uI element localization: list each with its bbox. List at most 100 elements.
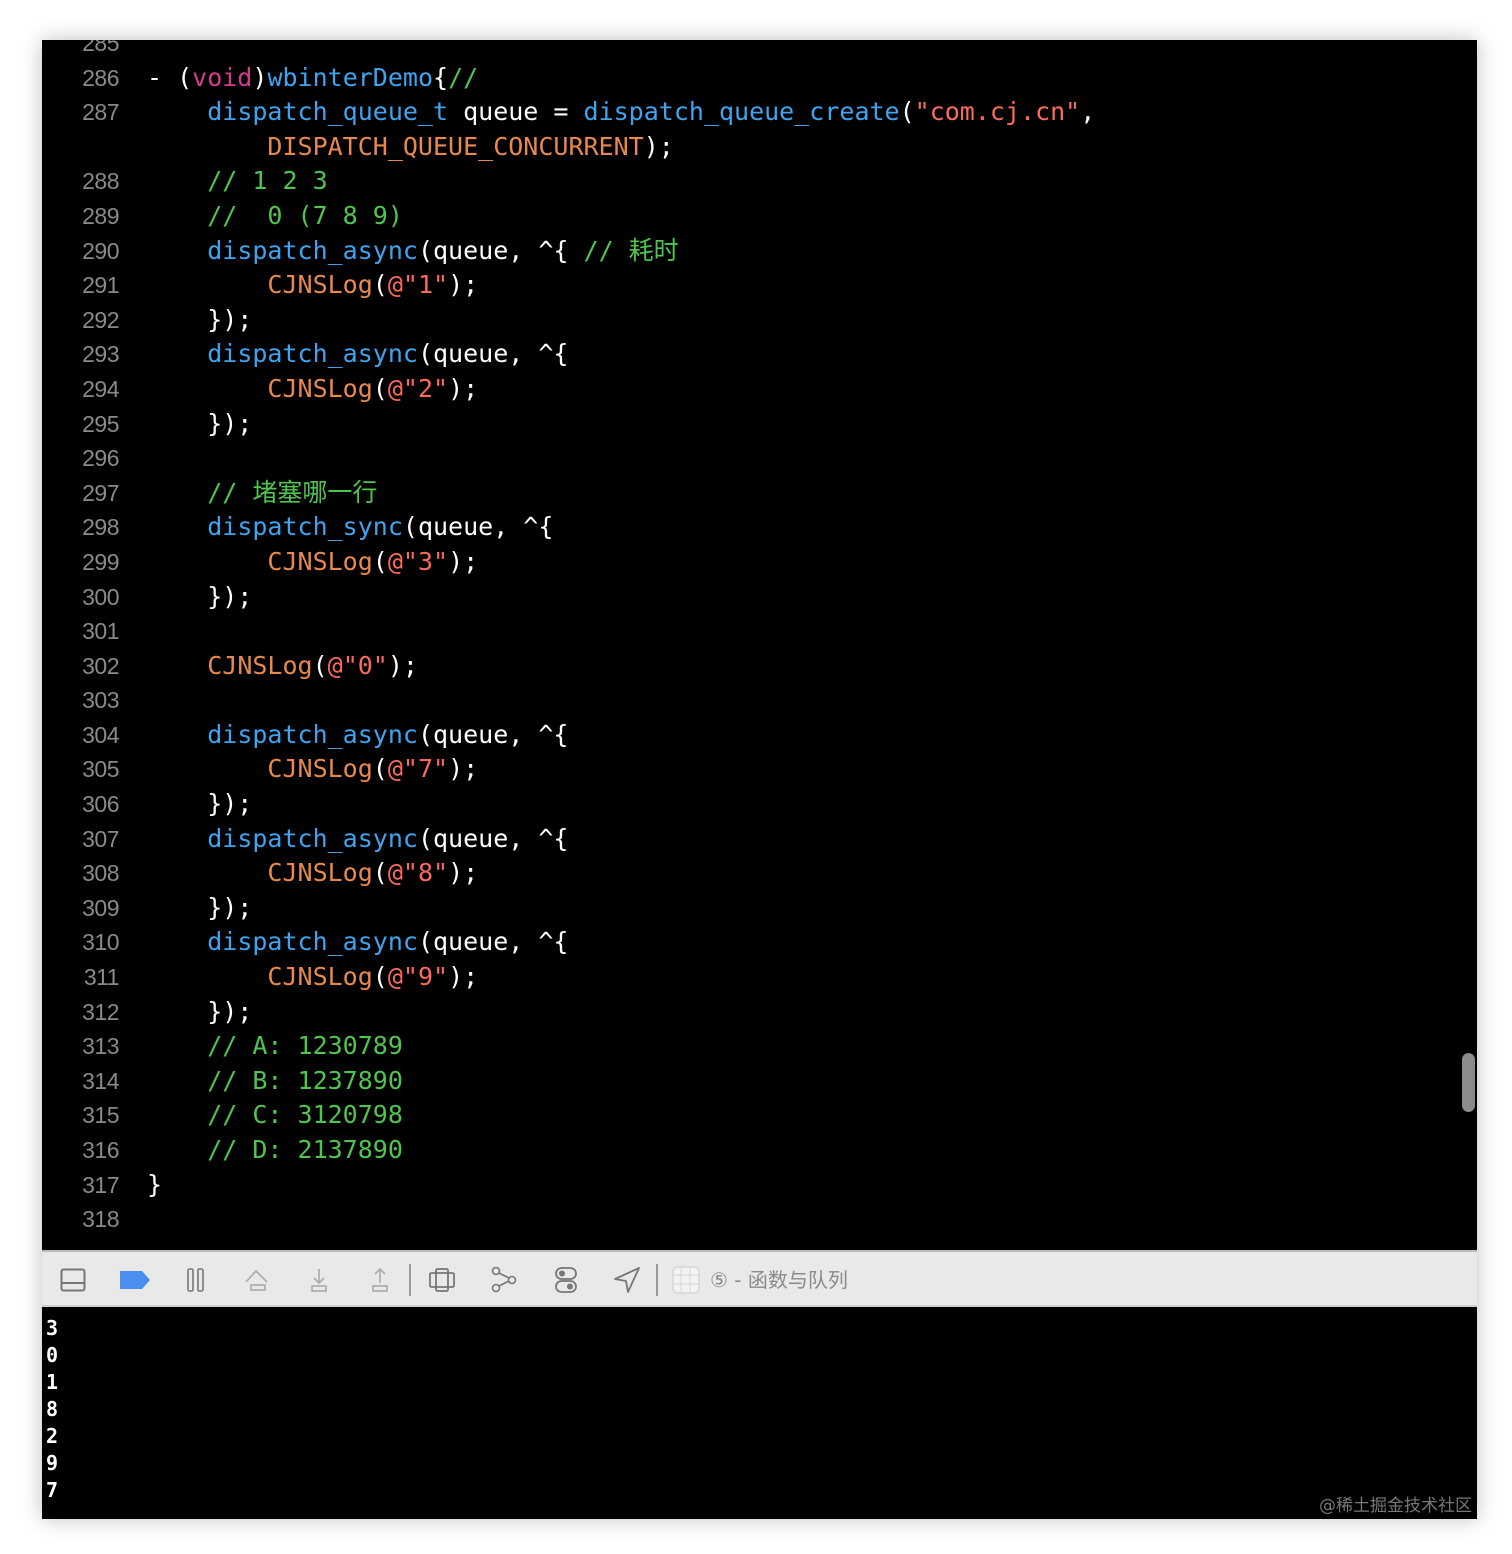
line-source: dispatch_sync(queue, ^{	[147, 510, 553, 545]
line-number: 311	[83, 964, 120, 991]
line-source: });	[147, 303, 252, 338]
line-source: });	[147, 580, 252, 615]
line-source: CJNSLog(@"3");	[147, 545, 478, 580]
code-token: );	[448, 754, 479, 784]
console-output[interactable]: 3 0 1 8 2 9 7	[42, 1307, 1477, 1519]
toolbar-divider	[656, 1264, 658, 1296]
step-over-icon[interactable]	[243, 1266, 271, 1294]
line-number: 307	[82, 825, 119, 852]
pause-icon[interactable]	[182, 1266, 210, 1294]
line-number: 298	[82, 514, 119, 541]
line-source: dispatch_async(queue, ^{	[147, 822, 568, 857]
code-token: (	[372, 373, 388, 403]
line-number: 294	[82, 375, 119, 402]
line-number: 306	[82, 791, 119, 818]
line-number: 312	[82, 998, 119, 1025]
memory-graph-icon[interactable]	[490, 1266, 518, 1294]
line-number: 289	[82, 202, 119, 229]
environment-overrides-icon[interactable]	[552, 1266, 580, 1294]
code-token: (	[372, 754, 388, 784]
line-number: 318	[82, 1206, 119, 1233]
code-token: wbinterDemo	[267, 62, 434, 92]
line-source: CJNSLog(@"7");	[147, 752, 478, 787]
code-token: (	[899, 97, 915, 127]
code-token: // D: 2137890	[207, 1135, 403, 1164]
view-hierarchy-icon[interactable]	[428, 1266, 456, 1294]
code-token: CJNSLog	[267, 754, 373, 784]
code-editor[interactable]: 285 286 - (void)wbinterDemo{// 287 dispatch…	[42, 40, 1477, 1250]
line-source: - (void)wbinterDemo{//	[147, 61, 478, 96]
line-source: CJNSLog(@"8");	[147, 856, 478, 891]
code-token: {	[433, 62, 449, 92]
code-token: dispatch_async	[207, 927, 418, 957]
code-token: (	[312, 650, 328, 680]
line-number: 316	[82, 1137, 119, 1163]
breakpoint-toggle-icon[interactable]	[119, 1266, 151, 1294]
code-token: // 1 2 3	[207, 166, 328, 196]
line-number: 286	[82, 64, 119, 91]
code-token: });	[147, 304, 253, 334]
console-line: 8	[46, 1397, 59, 1421]
line-number: 308	[82, 860, 119, 887]
step-out-icon[interactable]	[366, 1266, 394, 1294]
code-token: //	[448, 62, 479, 92]
line-source: CJNSLog(@"2");	[147, 372, 478, 407]
line-number: 314	[82, 1067, 119, 1094]
line-source: CJNSLog(@"1");	[147, 268, 478, 303]
code-token: (queue, ^{	[417, 719, 569, 749]
simulate-location-icon[interactable]	[613, 1266, 641, 1294]
code-token: });	[147, 789, 253, 819]
code-token: dispatch_queue_t	[207, 97, 449, 127]
code-token: });	[147, 996, 253, 1026]
code-token: @"2"	[387, 373, 449, 403]
code-token: }	[147, 1169, 163, 1199]
console-line: 2	[46, 1424, 59, 1448]
line-source: // 1 2 3	[147, 164, 328, 199]
line-source: dispatch_async(queue, ^{	[147, 925, 568, 960]
line-number: 315	[82, 1102, 119, 1129]
code-token: @"3"	[387, 546, 449, 576]
code-token: );	[643, 131, 674, 161]
code-token: // B: 1237890	[207, 1065, 403, 1095]
step-into-icon[interactable]	[305, 1266, 333, 1294]
line-number: 291	[82, 272, 119, 299]
code-token: dispatch_queue_create	[583, 97, 900, 127]
code-token: CJNSLog	[267, 270, 373, 300]
code-token: queue =	[448, 97, 584, 127]
code-token: @"0"	[327, 650, 388, 680]
console-line: 9	[46, 1451, 59, 1475]
console-line: 3	[46, 1316, 59, 1340]
editor-scrollbar[interactable]	[1462, 1053, 1475, 1112]
code-token: (	[372, 858, 388, 888]
code-token: dispatch_async	[207, 235, 418, 265]
line-number: 290	[82, 237, 119, 264]
breadcrumb[interactable]: ⑤ - 函数与队列	[710, 1266, 848, 1294]
code-token: @"7"	[387, 754, 449, 784]
code-token: "com.cj.cn"	[914, 97, 1081, 127]
line-number: 302	[82, 652, 119, 679]
line-number: 292	[82, 306, 119, 333]
code-token: });	[147, 892, 253, 922]
line-source: dispatch_queue_t queue = dispatch_queue_…	[147, 95, 1095, 130]
code-token: dispatch_async	[207, 339, 418, 369]
app-icon	[672, 1266, 700, 1294]
console-line: 0	[46, 1343, 59, 1367]
code-token: );	[448, 546, 479, 576]
hide-debug-area-icon[interactable]	[59, 1266, 87, 1294]
line-source: // 堵塞哪一行	[147, 476, 377, 511]
line-number: 299	[82, 548, 119, 575]
line-number: 301	[82, 618, 119, 645]
code-token: );	[448, 270, 479, 300]
